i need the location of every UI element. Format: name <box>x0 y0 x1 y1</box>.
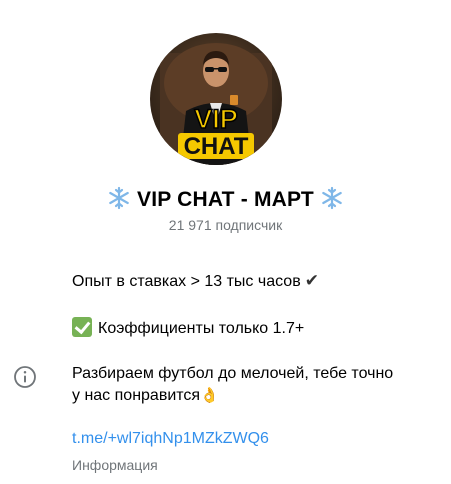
description-line-2-text: Коэффициенты только 1.7+ <box>98 320 305 337</box>
channel-title-text: VIP CHAT - МАРТ <box>137 188 314 211</box>
description-line-3: Разбираем футбол до мелочей, тебе точно … <box>72 363 393 407</box>
check-mark-icon: ✔ <box>304 271 319 290</box>
snowflake-icon <box>322 186 342 210</box>
description-line-1-text: Опыт в ставках > 13 тыс часов <box>72 273 301 290</box>
description-line-3b: у нас понравится <box>72 387 201 404</box>
description-line-2: Коэффициенты только 1.7+ <box>72 317 304 340</box>
description-line-1: Опыт в ставках > 13 тыс часов ✔ <box>72 270 319 293</box>
info-icon <box>14 366 36 388</box>
subscriber-count: 21 971 подписчик <box>168 217 283 233</box>
avatar-image: VIP CHAT <box>160 43 272 165</box>
channel-avatar[interactable]: VIP CHAT <box>150 33 282 165</box>
description-line-3a: Разбираем футбол до мелочей, тебе точно <box>72 365 394 382</box>
info-label: Информация <box>72 457 158 473</box>
avatar-vip-text: VIP <box>194 104 238 134</box>
snowflake-icon <box>109 186 129 210</box>
avatar-chat-text: CHAT <box>184 133 249 160</box>
description-line-3b-row: у нас понравится👌 <box>72 385 393 407</box>
invite-link[interactable]: t.me/+wl7iqhNp1MZkZWQ6 <box>72 430 269 448</box>
channel-title: VIP CHAT - МАРТ <box>0 186 451 212</box>
green-check-icon <box>72 317 92 337</box>
ok-hand-icon: 👌 <box>200 387 219 404</box>
